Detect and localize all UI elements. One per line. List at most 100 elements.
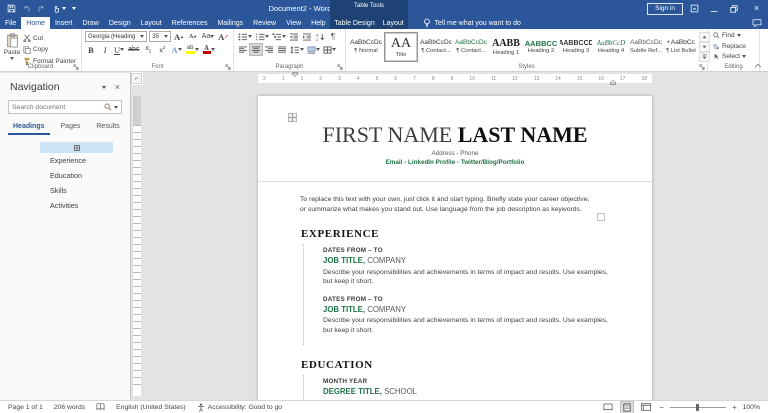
tab-references[interactable]: References xyxy=(167,17,213,29)
style-heading-3[interactable]: AABBCCD Heading 3 xyxy=(559,32,593,62)
nav-heading-experience[interactable]: Experience xyxy=(0,153,130,168)
education-heading[interactable]: EDUCATION xyxy=(301,359,652,371)
strikethrough-button[interactable]: abc xyxy=(127,44,140,55)
table-move-handle-icon[interactable] xyxy=(288,113,297,122)
entry-degree-title[interactable]: DEGREE TITLE, xyxy=(323,387,382,396)
underline-button[interactable]: U xyxy=(113,44,125,55)
align-left-button[interactable] xyxy=(237,44,249,55)
experience-entry[interactable]: DATES FROM – TO JOB TITLE, COMPANY Descr… xyxy=(323,296,652,336)
web-layout-icon[interactable] xyxy=(639,402,653,412)
decrease-indent-button[interactable] xyxy=(288,31,300,42)
select-button[interactable]: Select xyxy=(711,52,756,61)
search-options-caret-icon[interactable] xyxy=(114,105,118,109)
entry-school[interactable]: SCHOOL xyxy=(382,387,417,396)
tab-table-layout[interactable]: Layout xyxy=(380,20,407,27)
italic-button[interactable]: I xyxy=(99,44,111,55)
zoom-out-icon[interactable]: − xyxy=(659,403,664,412)
font-dialog-launcher-icon[interactable] xyxy=(225,64,231,70)
entry-job-title[interactable]: JOB TITLE, xyxy=(323,256,365,265)
collapse-ribbon-icon[interactable] xyxy=(754,63,762,68)
experience-heading[interactable]: EXPERIENCE xyxy=(301,228,652,240)
nav-tab-pages[interactable]: Pages xyxy=(56,121,86,135)
font-color-button[interactable]: A xyxy=(202,44,216,55)
grow-font-button[interactable]: A xyxy=(173,31,185,42)
accessibility-status[interactable]: Accessibility: Good to go xyxy=(197,403,282,412)
entry-company[interactable]: COMPANY xyxy=(365,256,406,265)
style-list-bullet[interactable]: • AaBbCc ¶ List Bullet xyxy=(664,32,698,62)
tab-insert[interactable]: Insert xyxy=(50,17,78,29)
tab-stop-selector[interactable]: ⌐ xyxy=(131,73,142,84)
resume-name-title[interactable]: FIRST NAME LAST NAME xyxy=(258,123,652,147)
bold-button[interactable]: B xyxy=(85,44,97,55)
comment-icon[interactable] xyxy=(752,19,762,27)
subscript-button[interactable]: x2 xyxy=(142,44,154,55)
justify-button[interactable] xyxy=(276,44,288,55)
style-subtle-reference[interactable]: AaBbCcDc Subtle Ref... xyxy=(629,32,663,62)
superscript-button[interactable]: x2 xyxy=(156,44,168,55)
resume-first-name[interactable]: FIRST NAME xyxy=(322,122,457,147)
text-effects-button[interactable]: A xyxy=(170,44,182,55)
nav-heading-education[interactable]: Education xyxy=(0,168,130,183)
align-right-button[interactable] xyxy=(263,44,275,55)
restore-icon[interactable] xyxy=(730,4,743,13)
resume-last-name[interactable]: LAST NAME xyxy=(458,122,588,147)
style-heading-4[interactable]: AaBbCcD Heading 4 xyxy=(594,32,628,62)
entry-dates[interactable]: MONTH YEAR xyxy=(323,378,652,385)
sort-button[interactable]: AZ xyxy=(314,31,326,42)
sign-in-button[interactable]: Sign in xyxy=(647,2,683,15)
find-button[interactable]: Find xyxy=(711,31,756,40)
tab-draw[interactable]: Draw xyxy=(77,17,103,29)
increase-indent-button[interactable] xyxy=(301,31,313,42)
nav-heading-skills[interactable]: Skills xyxy=(0,183,130,198)
highlight-color-button[interactable]: ab xyxy=(185,44,200,55)
entry-description[interactable]: Describe your responsibilities and achie… xyxy=(323,268,615,287)
show-hide-pilcrow-button[interactable]: ¶ xyxy=(327,31,339,42)
word-count[interactable]: 206 words xyxy=(54,404,85,411)
numbering-button[interactable] xyxy=(254,31,270,42)
nav-tab-headings[interactable]: Headings xyxy=(8,121,50,135)
tab-file[interactable]: File xyxy=(0,17,21,29)
style-title[interactable]: AA Title xyxy=(384,32,418,62)
clipboard-dialog-launcher-icon[interactable] xyxy=(73,64,79,70)
experience-entry[interactable]: DATES FROM – TO JOB TITLE, COMPANY Descr… xyxy=(323,247,652,287)
education-entry[interactable]: MONTH YEAR DEGREE TITLE, SCHOOL It’s oka… xyxy=(323,378,652,400)
read-mode-icon[interactable] xyxy=(601,402,615,412)
borders-button[interactable] xyxy=(322,44,337,55)
paragraph-dialog-launcher-icon[interactable] xyxy=(337,64,343,70)
close-icon[interactable]: × xyxy=(750,4,763,13)
font-name-combo[interactable]: Georgia (Heading xyxy=(85,31,148,42)
search-box[interactable] xyxy=(8,100,122,114)
nav-heading-activities[interactable]: Activities xyxy=(0,198,130,213)
zoom-slider-thumb[interactable] xyxy=(695,403,699,411)
zoom-level[interactable]: 100% xyxy=(743,404,760,411)
page-indicator[interactable]: Page 1 of 1 xyxy=(8,404,43,411)
tab-table-design[interactable]: Table Design xyxy=(331,20,377,27)
tab-mailings[interactable]: Mailings xyxy=(212,17,248,29)
language-indicator[interactable]: English (United States) xyxy=(116,404,186,411)
zoom-slider[interactable] xyxy=(669,403,726,411)
shrink-font-button[interactable]: A xyxy=(187,31,199,42)
resume-summary[interactable]: To replace this text with your own, just… xyxy=(300,195,594,214)
tab-help[interactable]: Help xyxy=(306,17,330,29)
search-icon[interactable] xyxy=(104,103,112,111)
shading-button[interactable] xyxy=(306,44,321,55)
bullets-button[interactable] xyxy=(237,31,253,42)
paste-button[interactable]: Paste xyxy=(3,31,21,62)
change-case-button[interactable]: Aa xyxy=(201,31,215,42)
entry-company[interactable]: COMPANY xyxy=(365,305,406,314)
proofing-icon[interactable] xyxy=(96,403,105,411)
styles-dialog-launcher-icon[interactable] xyxy=(699,64,705,70)
tab-design[interactable]: Design xyxy=(104,17,136,29)
entry-job-title[interactable]: JOB TITLE, xyxy=(323,305,365,314)
zoom-in-icon[interactable]: + xyxy=(732,403,737,412)
cut-button[interactable]: Cut xyxy=(21,33,78,43)
tab-view[interactable]: View xyxy=(281,17,306,29)
minimize-icon[interactable] xyxy=(710,5,723,13)
font-size-combo[interactable]: 35 xyxy=(149,31,171,42)
undo-icon[interactable] xyxy=(22,4,31,13)
entry-dates[interactable]: DATES FROM – TO xyxy=(323,296,652,303)
resume-links-line[interactable]: Email - LinkedIn Profile - Twitter/Blog/… xyxy=(258,159,652,166)
touch-mode-icon[interactable] xyxy=(52,4,66,13)
search-input[interactable] xyxy=(12,103,102,111)
nav-tab-results[interactable]: Results xyxy=(91,121,124,135)
